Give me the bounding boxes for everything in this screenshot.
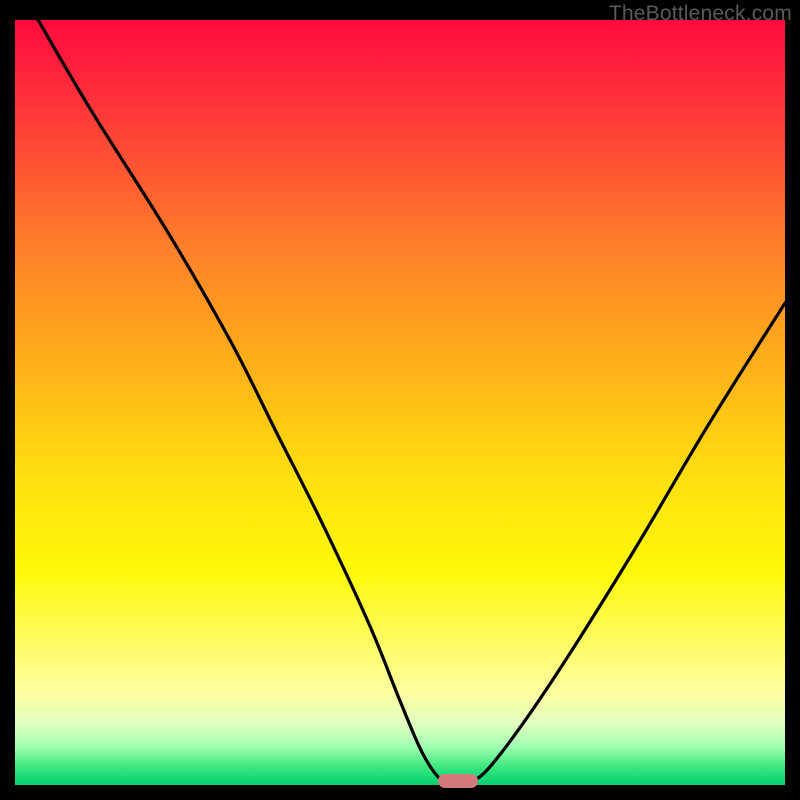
- optimum-marker: [438, 774, 478, 788]
- chart-stage: TheBottleneck.com: [0, 0, 800, 800]
- plot-area: [15, 20, 785, 785]
